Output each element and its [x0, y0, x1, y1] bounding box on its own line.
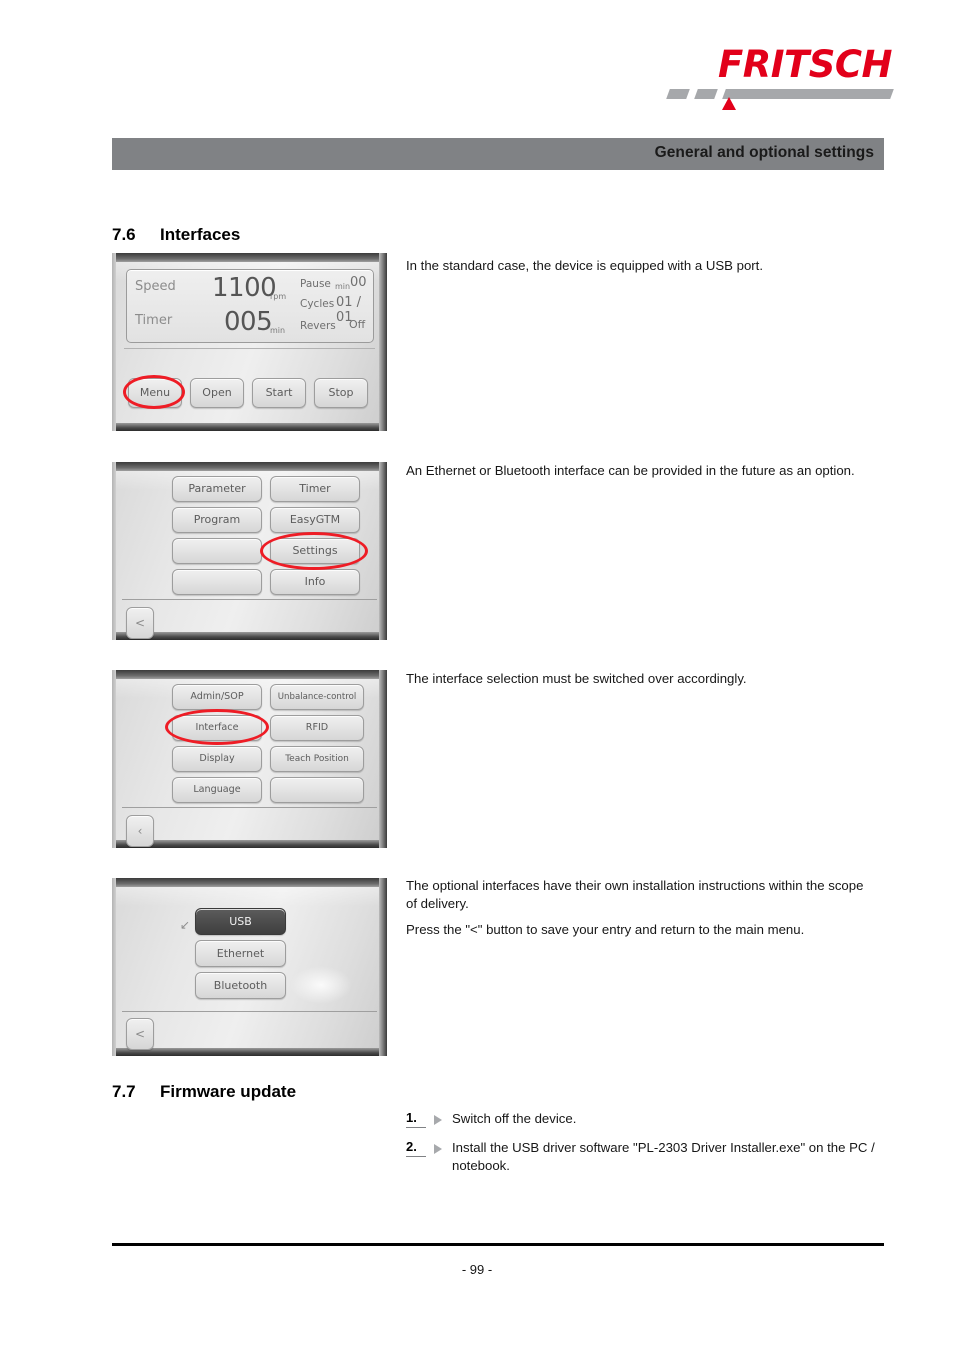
- paragraph-usb-standard: In the standard case, the device is equi…: [406, 258, 764, 273]
- figure-interface-menu: ↙ USB Ethernet Bluetooth <: [112, 878, 387, 1056]
- running-header-title: General and optional settings: [654, 144, 874, 161]
- revers-value: Off: [349, 318, 366, 331]
- interface-option-usb[interactable]: USB: [195, 908, 286, 935]
- page-number: - 99 -: [461, 1262, 493, 1277]
- paragraph-ethernet-bluetooth-option: An Ethernet or Bluetooth interface can b…: [406, 463, 855, 478]
- device-bezel: [379, 878, 387, 1056]
- speed-unit: rpm: [270, 292, 287, 301]
- device-bezel: [112, 1048, 387, 1056]
- back-button[interactable]: ‹: [126, 815, 154, 847]
- settings-button-language[interactable]: Language: [172, 777, 262, 803]
- stop-button[interactable]: Stop: [314, 378, 368, 408]
- highlight-ellipse-settings: [260, 532, 368, 570]
- menu-button-timer[interactable]: Timer: [270, 476, 360, 502]
- interface-option-bluetooth[interactable]: Bluetooth: [195, 972, 286, 999]
- screen-divider: [122, 1011, 377, 1013]
- figure-settings-menu: Admin/SOP Interface Display Language Unb…: [112, 670, 387, 848]
- back-button[interactable]: <: [126, 1018, 154, 1050]
- pause-value: 00: [350, 275, 367, 290]
- pointer-arrow-icon: ↙: [180, 918, 191, 932]
- interface-option-ethernet[interactable]: Ethernet: [195, 940, 286, 967]
- pause-label: Pause: [300, 278, 331, 290]
- device-bezel: [112, 670, 387, 679]
- menu-button-empty-1[interactable]: [172, 538, 262, 564]
- timer-unit: min: [270, 326, 286, 335]
- cycles-label: Cycles: [300, 298, 335, 310]
- section-number: 7.7: [112, 1082, 136, 1101]
- list-item: 2. Install the USB driver software "PL-2…: [406, 1139, 876, 1174]
- section-heading-firmware-update: 7.7 Firmware update: [112, 1082, 296, 1102]
- step-arrow-icon: [426, 1110, 452, 1127]
- highlight-ellipse-menu: [123, 375, 185, 409]
- start-button[interactable]: Start: [252, 378, 306, 408]
- timer-value: 005: [224, 307, 273, 337]
- firmware-update-steps: 1. Switch off the device. 2. Install the…: [406, 1110, 876, 1185]
- menu-button-parameter[interactable]: Parameter: [172, 476, 262, 502]
- device-bezel: [112, 670, 116, 848]
- revers-label: Revers: [300, 320, 336, 332]
- settings-button-empty[interactable]: [270, 777, 364, 803]
- menu-button-empty-2[interactable]: [172, 569, 262, 595]
- logo-triangle-icon: [722, 97, 736, 110]
- figure-status-screen: Speed 1100 rpm Timer 005 min Pause min 0…: [112, 253, 387, 431]
- step-number: 2.: [406, 1139, 426, 1157]
- status-readout-panel: Speed 1100 rpm Timer 005 min Pause min 0…: [126, 269, 374, 343]
- step-number: 1.: [406, 1110, 426, 1128]
- speed-label: Speed: [135, 279, 176, 294]
- settings-button-teach-position[interactable]: Teach Position: [270, 746, 364, 772]
- section-title: Firmware update: [160, 1082, 297, 1101]
- highlight-ellipse-interface: [165, 709, 269, 745]
- pause-unit: min: [335, 282, 351, 291]
- logo-wordmark: FRITSCH: [717, 43, 893, 86]
- device-bezel: [379, 670, 387, 848]
- menu-button-easygtm[interactable]: EasyGTM: [270, 507, 360, 533]
- screen-divider: [124, 348, 375, 349]
- device-bezel: [112, 878, 116, 1056]
- paragraph-back-button-hint: Press the "<" button to save your entry …: [406, 922, 805, 937]
- step-text: Install the USB driver software "PL-2303…: [452, 1140, 875, 1173]
- section-number: 7.6: [112, 225, 136, 244]
- timer-label: Timer: [135, 313, 173, 328]
- device-bezel: [112, 462, 116, 640]
- running-header-bar: General and optional settings: [112, 138, 884, 170]
- settings-button-admin-sop[interactable]: Admin/SOP: [172, 684, 262, 710]
- screen-divider: [122, 599, 377, 601]
- device-bezel: [112, 253, 116, 431]
- list-item: 1. Switch off the device.: [406, 1110, 876, 1128]
- screen-divider: [122, 807, 377, 809]
- device-bezel: [112, 462, 387, 471]
- section-heading-interfaces: 7.6 Interfaces: [112, 225, 240, 245]
- speed-value: 1100: [212, 273, 277, 303]
- device-bezel: [112, 423, 387, 431]
- device-bezel: [112, 878, 387, 887]
- paragraph-interface-switch: The interface selection must be switched…: [406, 671, 747, 686]
- fritsch-logo: FRITSCH: [660, 43, 894, 110]
- device-bezel: [379, 253, 387, 431]
- settings-button-display[interactable]: Display: [172, 746, 262, 772]
- menu-button-program[interactable]: Program: [172, 507, 262, 533]
- section-title: Interfaces: [160, 225, 241, 244]
- device-bezel: [379, 462, 387, 640]
- logo-dash-icon: [666, 89, 690, 99]
- device-bezel: [112, 253, 387, 262]
- paragraph-optional-interfaces: The optional interfaces have their own i…: [406, 878, 864, 911]
- back-button[interactable]: <: [126, 607, 154, 639]
- open-button[interactable]: Open: [190, 378, 244, 408]
- step-arrow-icon: [426, 1139, 452, 1156]
- figure-main-menu: Parameter Program Timer EasyGTM Settings…: [112, 462, 387, 640]
- logo-swoosh-icon: [722, 89, 894, 99]
- settings-button-unbalance-control[interactable]: Unbalance-control: [270, 684, 364, 710]
- logo-dash-icon: [694, 89, 718, 99]
- settings-button-rfid[interactable]: RFID: [270, 715, 364, 741]
- step-text: Switch off the device.: [452, 1111, 577, 1126]
- menu-button-info[interactable]: Info: [270, 569, 360, 595]
- footer-divider: [112, 1243, 884, 1246]
